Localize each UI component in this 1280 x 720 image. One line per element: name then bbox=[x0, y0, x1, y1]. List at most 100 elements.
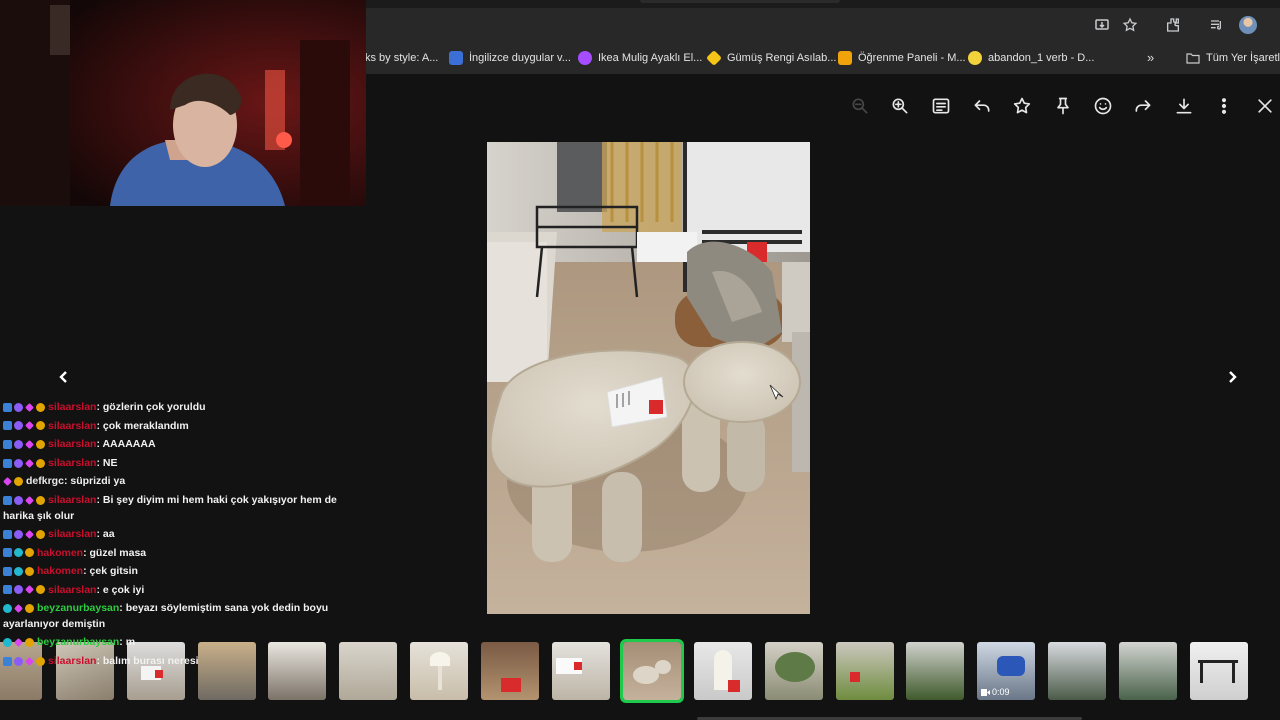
badge-icon bbox=[14, 439, 23, 449]
chat-text: : güzel masa bbox=[83, 546, 147, 559]
thumbnail[interactable] bbox=[1119, 642, 1177, 700]
chat-badges bbox=[3, 585, 45, 595]
chat-username[interactable]: silaarslan bbox=[48, 401, 96, 413]
badge-icon bbox=[25, 421, 34, 431]
bookmark-item[interactable]: Öğrenme Paneli - M... bbox=[838, 50, 966, 66]
chat-username[interactable]: silaarslan bbox=[48, 655, 96, 667]
badge-icon bbox=[14, 402, 23, 412]
forward-icon[interactable] bbox=[1132, 96, 1154, 116]
badge-icon bbox=[3, 585, 12, 595]
chat-username[interactable]: silaarslan bbox=[48, 420, 96, 432]
more-icon[interactable] bbox=[1213, 96, 1235, 116]
badge-icon bbox=[25, 458, 34, 468]
more-bookmarks-button[interactable]: » bbox=[1147, 50, 1154, 65]
thumbnail[interactable] bbox=[836, 642, 894, 700]
pin-icon[interactable] bbox=[1052, 96, 1074, 116]
close-icon[interactable] bbox=[1254, 96, 1276, 116]
thumbnail[interactable] bbox=[694, 642, 752, 700]
chat-message: silaarslan: AAAAAAA bbox=[0, 435, 366, 454]
chat-username[interactable]: beyzanurbaysan bbox=[37, 602, 119, 614]
chat-username[interactable]: defkrgc bbox=[26, 475, 64, 487]
chat-text: : süprizdi ya bbox=[63, 475, 126, 488]
badge-icon bbox=[14, 529, 23, 539]
thumbnail[interactable] bbox=[1048, 642, 1106, 700]
media-controls-icon[interactable] bbox=[1207, 17, 1227, 33]
thumbnail-selected[interactable] bbox=[620, 639, 684, 703]
main-photo[interactable] bbox=[487, 142, 810, 614]
omnibox[interactable] bbox=[360, 12, 1080, 38]
previous-photo-button[interactable] bbox=[50, 363, 78, 391]
star-icon[interactable] bbox=[1011, 96, 1033, 116]
chat-badges bbox=[3, 548, 34, 558]
thumbnail[interactable] bbox=[765, 642, 823, 700]
chat-message: silaarslan: balım burası neresi bbox=[0, 652, 366, 671]
chat-message: defkrgc: süprizdi ya bbox=[0, 472, 366, 491]
zoom-in-icon[interactable] bbox=[889, 96, 911, 116]
next-photo-button[interactable] bbox=[1218, 363, 1246, 391]
download-icon[interactable] bbox=[1173, 96, 1195, 116]
bookmark-label: ks by style: A... bbox=[365, 52, 439, 64]
chat-username[interactable]: silaarslan bbox=[48, 584, 96, 596]
badge-icon bbox=[36, 402, 45, 412]
chat-text: : NE bbox=[96, 456, 118, 469]
chat-username[interactable]: hakomen bbox=[37, 547, 83, 559]
bookmark-item[interactable]: abandon_1 verb - D... bbox=[968, 50, 1094, 66]
badge-icon bbox=[36, 495, 45, 505]
badge-icon bbox=[25, 529, 34, 539]
badge-icon bbox=[3, 638, 12, 648]
details-icon[interactable] bbox=[930, 96, 952, 116]
thumbnail[interactable] bbox=[552, 642, 610, 700]
badge-icon bbox=[3, 439, 12, 449]
chat-message: hakomen: çek gitsin bbox=[0, 562, 366, 581]
badge-icon bbox=[14, 421, 23, 431]
reply-icon[interactable] bbox=[971, 96, 993, 116]
thumbnail[interactable] bbox=[481, 642, 539, 700]
thumbnail-video[interactable]: 0:09 bbox=[977, 642, 1035, 700]
thumbnail[interactable] bbox=[1190, 642, 1248, 700]
chat-username[interactable]: silaarslan bbox=[48, 457, 96, 469]
badge-icon bbox=[14, 585, 23, 595]
chat-badges bbox=[3, 604, 34, 614]
thumbnail[interactable] bbox=[410, 642, 468, 700]
badge-icon bbox=[25, 495, 34, 505]
active-tab[interactable] bbox=[640, 0, 840, 3]
streamer-webcam bbox=[0, 0, 366, 206]
chat-message: silaarslan: aa bbox=[0, 525, 366, 544]
chat-username[interactable]: silaarslan bbox=[48, 438, 96, 450]
chat-text: : AAAAAAA bbox=[96, 438, 156, 451]
chat-badges bbox=[3, 458, 45, 468]
chat-badges bbox=[3, 638, 34, 648]
tag-icon bbox=[706, 50, 722, 66]
chat-badges bbox=[3, 656, 45, 666]
install-app-icon[interactable] bbox=[1092, 17, 1112, 33]
bookmark-star-icon[interactable] bbox=[1120, 17, 1140, 33]
bookmark-label: Gümüş Rengi Asılab... bbox=[727, 52, 837, 64]
chat-message: beyzanurbaysan: beyazı söylemiştim sana … bbox=[0, 599, 363, 633]
chat-text: : e çok iyi bbox=[96, 583, 145, 596]
chat-username[interactable]: silaarslan bbox=[48, 494, 96, 506]
chat-username[interactable]: silaarslan bbox=[48, 528, 96, 540]
bookmark-item[interactable]: ks by style: A... bbox=[365, 50, 438, 66]
profile-avatar[interactable] bbox=[1239, 16, 1257, 34]
emoji-icon[interactable] bbox=[1092, 96, 1114, 116]
chat-message: silaarslan: çok meraklandım bbox=[0, 417, 366, 436]
bookmark-label: Ikea Mulig Ayaklı El... bbox=[598, 52, 703, 64]
chat-username[interactable]: beyzanurbaysan bbox=[37, 636, 119, 648]
video-duration: 0:09 bbox=[981, 687, 1010, 697]
badge-icon bbox=[3, 566, 12, 576]
all-bookmarks-folder[interactable]: Tüm Yer İşaretle bbox=[1186, 50, 1280, 66]
chat-badges bbox=[3, 566, 34, 576]
bookmark-item[interactable]: Ikea Mulig Ayaklı El... bbox=[578, 50, 702, 66]
badge-icon bbox=[36, 439, 45, 449]
badge-icon bbox=[14, 638, 23, 648]
zoom-out-icon[interactable] bbox=[849, 96, 871, 116]
bookmark-item[interactable]: Gümüş Rengi Asılab... bbox=[706, 50, 837, 66]
badge-icon bbox=[14, 656, 23, 666]
chat-username[interactable]: hakomen bbox=[37, 565, 83, 577]
bookmark-item[interactable]: İngilizce duygular v... bbox=[449, 50, 571, 66]
thumbnail[interactable] bbox=[906, 642, 964, 700]
badge-icon bbox=[3, 495, 12, 505]
bookmark-label: Öğrenme Paneli - M... bbox=[858, 52, 966, 64]
extensions-icon[interactable] bbox=[1163, 17, 1183, 33]
badge-icon bbox=[14, 458, 23, 468]
